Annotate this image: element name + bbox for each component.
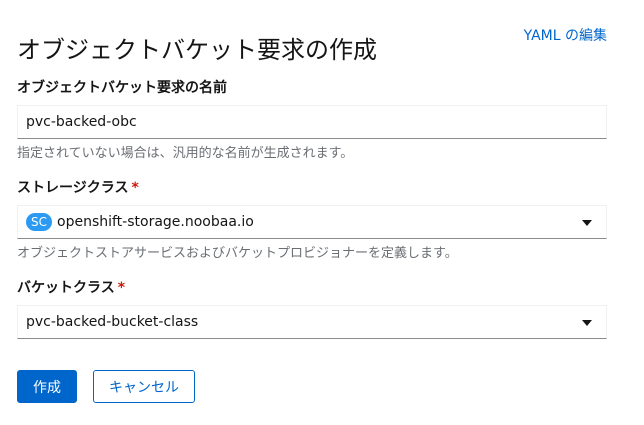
storage-class-value: openshift-storage.noobaa.io bbox=[57, 214, 254, 230]
bucket-class-label: バケットクラス * bbox=[17, 278, 607, 298]
edit-yaml-link[interactable]: YAML の編集 bbox=[524, 27, 607, 45]
required-marker: * bbox=[117, 280, 126, 296]
bucket-class-value: pvc-backed-bucket-class bbox=[26, 314, 199, 330]
caret-down-icon bbox=[582, 220, 592, 226]
create-button[interactable]: 作成 bbox=[17, 370, 77, 403]
storage-class-label: ストレージクラス * bbox=[17, 178, 607, 198]
obc-name-helper: 指定されていない場合は、汎用的な名前が生成されます。 bbox=[17, 146, 354, 161]
bucket-class-dropdown[interactable]: pvc-backed-bucket-class bbox=[17, 305, 607, 339]
caret-down-icon bbox=[582, 320, 592, 326]
storage-class-helper: オブジェクトストアサービスおよびバケットプロビジョナーを定義します。 bbox=[17, 246, 458, 261]
form-actions: 作成 キャンセル bbox=[17, 370, 195, 403]
obc-name-label-text: オブジェクトバケット要求の名前 bbox=[17, 80, 227, 96]
cancel-button[interactable]: キャンセル bbox=[93, 370, 195, 403]
storage-class-dropdown[interactable]: SC openshift-storage.noobaa.io bbox=[17, 205, 607, 239]
page-header: オブジェクトバケット要求の作成 YAML の編集 bbox=[17, 18, 607, 64]
obc-name-input[interactable] bbox=[18, 106, 606, 138]
bucket-class-selected: pvc-backed-bucket-class bbox=[26, 306, 198, 338]
obc-name-field: オブジェクトバケット要求の名前 指定されていない場合は、汎用的な名前が生成されま… bbox=[17, 78, 607, 163]
create-obc-page: オブジェクトバケット要求の作成 YAML の編集 オブジェクトバケット要求の名前… bbox=[17, 0, 607, 425]
page-title: オブジェクトバケット要求の作成 bbox=[17, 36, 377, 65]
storage-class-badge: SC bbox=[26, 213, 52, 231]
storage-class-selected: SC openshift-storage.noobaa.io bbox=[26, 206, 254, 238]
obc-name-input-wrapper bbox=[17, 105, 607, 139]
obc-name-label: オブジェクトバケット要求の名前 bbox=[17, 78, 607, 98]
storage-class-label-text: ストレージクラス bbox=[17, 180, 129, 196]
required-marker: * bbox=[131, 180, 139, 196]
bucket-class-field: バケットクラス * pvc-backed-bucket-class bbox=[17, 278, 607, 339]
storage-class-field: ストレージクラス * SC openshift-storage.noobaa.io… bbox=[17, 178, 607, 263]
bucket-class-label-text: バケットクラス bbox=[17, 280, 115, 296]
